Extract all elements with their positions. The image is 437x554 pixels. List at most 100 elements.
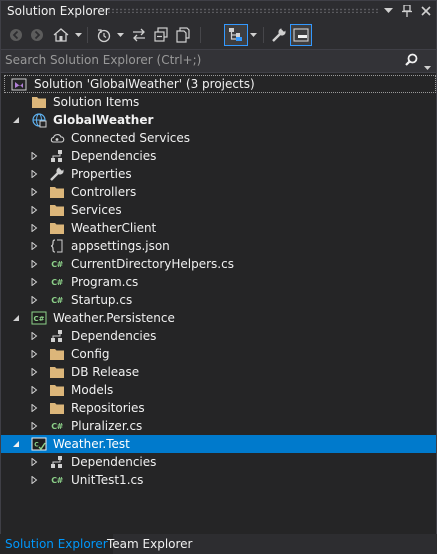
- tree-node-project-globalweather[interactable]: GlobalWeather: [1, 111, 436, 129]
- forward-icon[interactable]: [28, 25, 46, 45]
- toolbar: [1, 21, 436, 49]
- title-bar: Solution Explorer: [1, 1, 436, 21]
- tree-label: Startup.cs: [71, 293, 133, 307]
- tree-node-dependencies[interactable]: Dependencies: [1, 327, 436, 345]
- folder-icon: [31, 94, 47, 110]
- tree-label: Solution Items: [53, 95, 140, 109]
- web-project-icon: [31, 112, 47, 128]
- tree-node-appsettings[interactable]: appsettings.json: [1, 237, 436, 255]
- collapsed-arrow-icon[interactable]: [29, 457, 39, 467]
- collapsed-arrow-icon[interactable]: [29, 277, 39, 287]
- json-file-icon: [49, 238, 65, 254]
- search-input[interactable]: [5, 52, 400, 68]
- tree-node-config[interactable]: Config: [1, 345, 436, 363]
- tree-node-repositories[interactable]: Repositories: [1, 399, 436, 417]
- collapsed-arrow-icon[interactable]: [29, 223, 39, 233]
- expanded-arrow-icon[interactable]: [11, 313, 21, 323]
- collapsed-arrow-icon[interactable]: [29, 241, 39, 251]
- tree-label: Dependencies: [71, 329, 157, 343]
- pin-icon[interactable]: [400, 4, 414, 18]
- tree-node-currentdirectoryhelpers[interactable]: C# CurrentDirectoryHelpers.cs: [1, 255, 436, 273]
- csharp-project-icon: C#: [31, 310, 47, 326]
- window-options-dropdown-icon[interactable]: [381, 4, 395, 18]
- bottom-tab-strip: Solution Explorer Team Explorer: [0, 534, 437, 554]
- tree-node-weatherclient[interactable]: WeatherClient: [1, 219, 436, 237]
- tree-label: GlobalWeather: [53, 113, 154, 127]
- pending-changes-icon[interactable]: [93, 25, 115, 45]
- tree-node-pluralizer[interactable]: C# Pluralizer.cs: [1, 417, 436, 435]
- collapsed-arrow-icon[interactable]: [29, 331, 39, 341]
- tree-node-unittest1[interactable]: C# UnitTest1.cs: [1, 471, 436, 489]
- collapsed-arrow-icon[interactable]: [29, 295, 39, 305]
- folder-icon: [49, 202, 65, 218]
- tree-node-services[interactable]: Services: [1, 201, 436, 219]
- tree-label: Pluralizer.cs: [71, 419, 143, 433]
- tree-label: Solution 'GlobalWeather' (3 projects): [34, 77, 255, 91]
- collapsed-arrow-icon[interactable]: [29, 403, 39, 413]
- tree-label: Repositories: [71, 401, 145, 415]
- svg-text:C: C: [34, 442, 39, 449]
- collapsed-arrow-icon[interactable]: [29, 259, 39, 269]
- tree-label: Dependencies: [71, 455, 157, 469]
- collapsed-arrow-icon[interactable]: [29, 151, 39, 161]
- tree-label: appsettings.json: [71, 239, 170, 253]
- tree-node-program[interactable]: C# Program.cs: [1, 273, 436, 291]
- tree-node-solution[interactable]: Solution 'GlobalWeather' (3 projects): [1, 75, 436, 93]
- title-grip[interactable]: [103, 8, 378, 13]
- tree-label: Dependencies: [71, 149, 157, 163]
- collapsed-arrow-icon[interactable]: [29, 205, 39, 215]
- tree-node-solution-items[interactable]: Solution Items: [1, 93, 436, 111]
- csharp-file-icon: C#: [51, 277, 63, 287]
- collapsed-arrow-icon[interactable]: [29, 349, 39, 359]
- expanded-arrow-icon[interactable]: [11, 439, 21, 449]
- tree-node-connected-services[interactable]: Connected Services: [1, 129, 436, 147]
- preview-selected-items-icon[interactable]: [290, 24, 312, 46]
- tab-team-explorer[interactable]: Team Explorer: [102, 534, 198, 554]
- tree-node-project-weather-test[interactable]: C Weather.Test: [1, 435, 436, 453]
- properties-wrench-icon[interactable]: [269, 25, 289, 45]
- collapsed-arrow-icon[interactable]: [29, 385, 39, 395]
- csharp-file-icon: C#: [51, 295, 63, 305]
- tree-node-models[interactable]: Models: [1, 381, 436, 399]
- search-bar: [1, 49, 436, 73]
- search-icon[interactable]: [405, 53, 418, 69]
- dependencies-icon: [49, 328, 65, 344]
- collapsed-arrow-icon[interactable]: [29, 475, 39, 485]
- sync-dropdown-icon[interactable]: [248, 25, 258, 45]
- toolbar-separator: [263, 27, 264, 43]
- tree-label: Properties: [71, 167, 132, 181]
- collapsed-arrow-icon[interactable]: [29, 169, 39, 179]
- tree-node-project-weather-persistence[interactable]: C# Weather.Persistence: [1, 309, 436, 327]
- tree-label: UnitTest1.cs: [71, 473, 144, 487]
- home-dropdown-icon[interactable]: [73, 25, 83, 45]
- wrench-icon: [49, 166, 65, 182]
- toolbar-separator: [200, 27, 201, 43]
- collapsed-arrow-icon[interactable]: [29, 421, 39, 431]
- close-icon[interactable]: [419, 4, 433, 18]
- solution-icon: [11, 76, 27, 92]
- tree-node-controllers[interactable]: Controllers: [1, 183, 436, 201]
- pending-changes-dropdown-icon[interactable]: [115, 25, 125, 45]
- expanded-arrow-icon[interactable]: [11, 115, 21, 125]
- collapsed-arrow-icon[interactable]: [29, 187, 39, 197]
- tree-node-properties[interactable]: Properties: [1, 165, 436, 183]
- csharp-file-icon: C#: [51, 421, 63, 431]
- sync-icon[interactable]: [129, 25, 149, 45]
- tree-node-dependencies[interactable]: Dependencies: [1, 453, 436, 471]
- folder-icon: [49, 400, 65, 416]
- collapsed-arrow-icon[interactable]: [29, 367, 39, 377]
- home-icon[interactable]: [51, 25, 71, 45]
- folder-icon: [49, 364, 65, 380]
- back-icon[interactable]: [7, 25, 25, 45]
- sync-active-document-icon[interactable]: [224, 24, 248, 46]
- dependencies-icon: [49, 454, 65, 470]
- tab-solution-explorer[interactable]: Solution Explorer: [0, 534, 113, 554]
- tree-label: CurrentDirectoryHelpers.cs: [71, 257, 234, 271]
- dependencies-icon: [49, 148, 65, 164]
- collapse-all-icon[interactable]: [151, 25, 171, 45]
- show-all-files-icon[interactable]: [173, 25, 193, 45]
- tree-node-dependencies[interactable]: Dependencies: [1, 147, 436, 165]
- tree-node-startup[interactable]: C# Startup.cs: [1, 291, 436, 309]
- tree-node-db-release[interactable]: DB Release: [1, 363, 436, 381]
- search-options-dropdown-icon[interactable]: [424, 59, 431, 73]
